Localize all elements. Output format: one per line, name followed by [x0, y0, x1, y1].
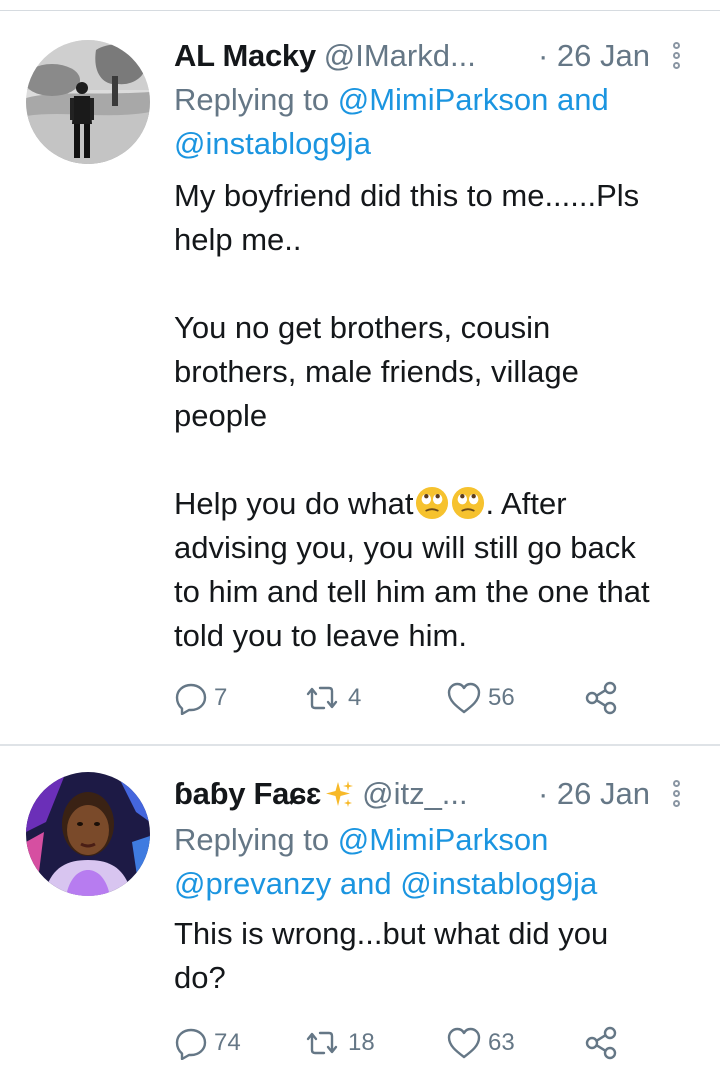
- reply-button[interactable]: 74: [174, 1023, 241, 1063]
- reply-count: 74: [214, 1029, 241, 1056]
- sparkles-icon: [326, 781, 354, 807]
- heart-icon: [447, 1027, 481, 1059]
- replying-label: Replying to: [174, 82, 338, 117]
- replying-to: Replying to @MimiParkson @prevanzy and @i…: [174, 818, 680, 906]
- reply-button[interactable]: 7: [174, 678, 227, 718]
- retweet-button[interactable]: 4: [302, 678, 361, 718]
- share-button[interactable]: [584, 678, 620, 718]
- mention-link[interactable]: @instablog9ja: [174, 126, 371, 161]
- mention-link[interactable]: @prevanzy: [174, 866, 331, 901]
- share-icon: [585, 681, 617, 715]
- mention-link[interactable]: @MimiParkson: [338, 822, 549, 857]
- rolling-eyes-emoji-icon: [415, 486, 448, 520]
- heart-icon: [447, 682, 481, 714]
- avatar[interactable]: [26, 772, 150, 896]
- mention-link[interactable]: @MimiParkson: [338, 82, 549, 117]
- like-button[interactable]: 56: [446, 678, 515, 718]
- retweet-icon: [306, 1031, 338, 1055]
- more-options-icon[interactable]: [670, 42, 682, 69]
- retweet-icon: [306, 686, 338, 710]
- like-count: 56: [488, 684, 515, 711]
- replying-connector: and: [556, 82, 609, 117]
- more-options-icon[interactable]: [670, 780, 682, 807]
- replying-connector: and: [339, 866, 392, 901]
- tweet-actions: 7 4 56: [174, 678, 680, 718]
- like-count: 63: [488, 1029, 515, 1056]
- mention-link[interactable]: @instablog9ja: [400, 866, 597, 901]
- tweet-text: This is wrong...but what did you do?: [174, 916, 609, 995]
- share-button[interactable]: [584, 1023, 620, 1063]
- retweet-button[interactable]: 18: [302, 1023, 375, 1063]
- display-name[interactable]: AL Macky: [174, 36, 316, 76]
- top-divider: [0, 10, 720, 11]
- reply-icon: [175, 683, 207, 715]
- user-handle[interactable]: @IMarkd...: [324, 36, 476, 76]
- tweet-date[interactable]: · 26 Jan: [538, 36, 650, 76]
- reply-tweet[interactable]: ɓaɓy Faɕɛ @itz_... · 26 Jan Replying to …: [0, 748, 720, 1088]
- tweet-text: My boyfriend did this to me......Pls hel…: [174, 174, 696, 658]
- reply-icon: [175, 1028, 207, 1060]
- replying-label: Replying to: [174, 822, 338, 857]
- user-handle[interactable]: @itz_...: [362, 774, 468, 814]
- tweet-divider: [0, 744, 720, 746]
- replying-to: Replying to @MimiParkson and @instablog9j…: [174, 78, 680, 166]
- reply-tweet[interactable]: AL Macky @IMarkd... · 26 Jan Replying to…: [0, 20, 720, 744]
- reply-count: 7: [214, 684, 228, 711]
- retweet-count: 18: [348, 1029, 375, 1056]
- display-name[interactable]: ɓaɓy Faɕɛ: [174, 774, 321, 814]
- tweet-date[interactable]: · 26 Jan: [538, 774, 650, 814]
- tweet-actions: 74 18 63: [174, 1023, 680, 1063]
- rolling-eyes-emoji-icon: [451, 486, 484, 520]
- avatar[interactable]: [26, 40, 150, 164]
- share-icon: [585, 1026, 617, 1060]
- retweet-count: 4: [348, 684, 362, 711]
- like-button[interactable]: 63: [446, 1023, 515, 1063]
- tweet-text-part: My boyfriend did this to me......Pls hel…: [174, 178, 640, 521]
